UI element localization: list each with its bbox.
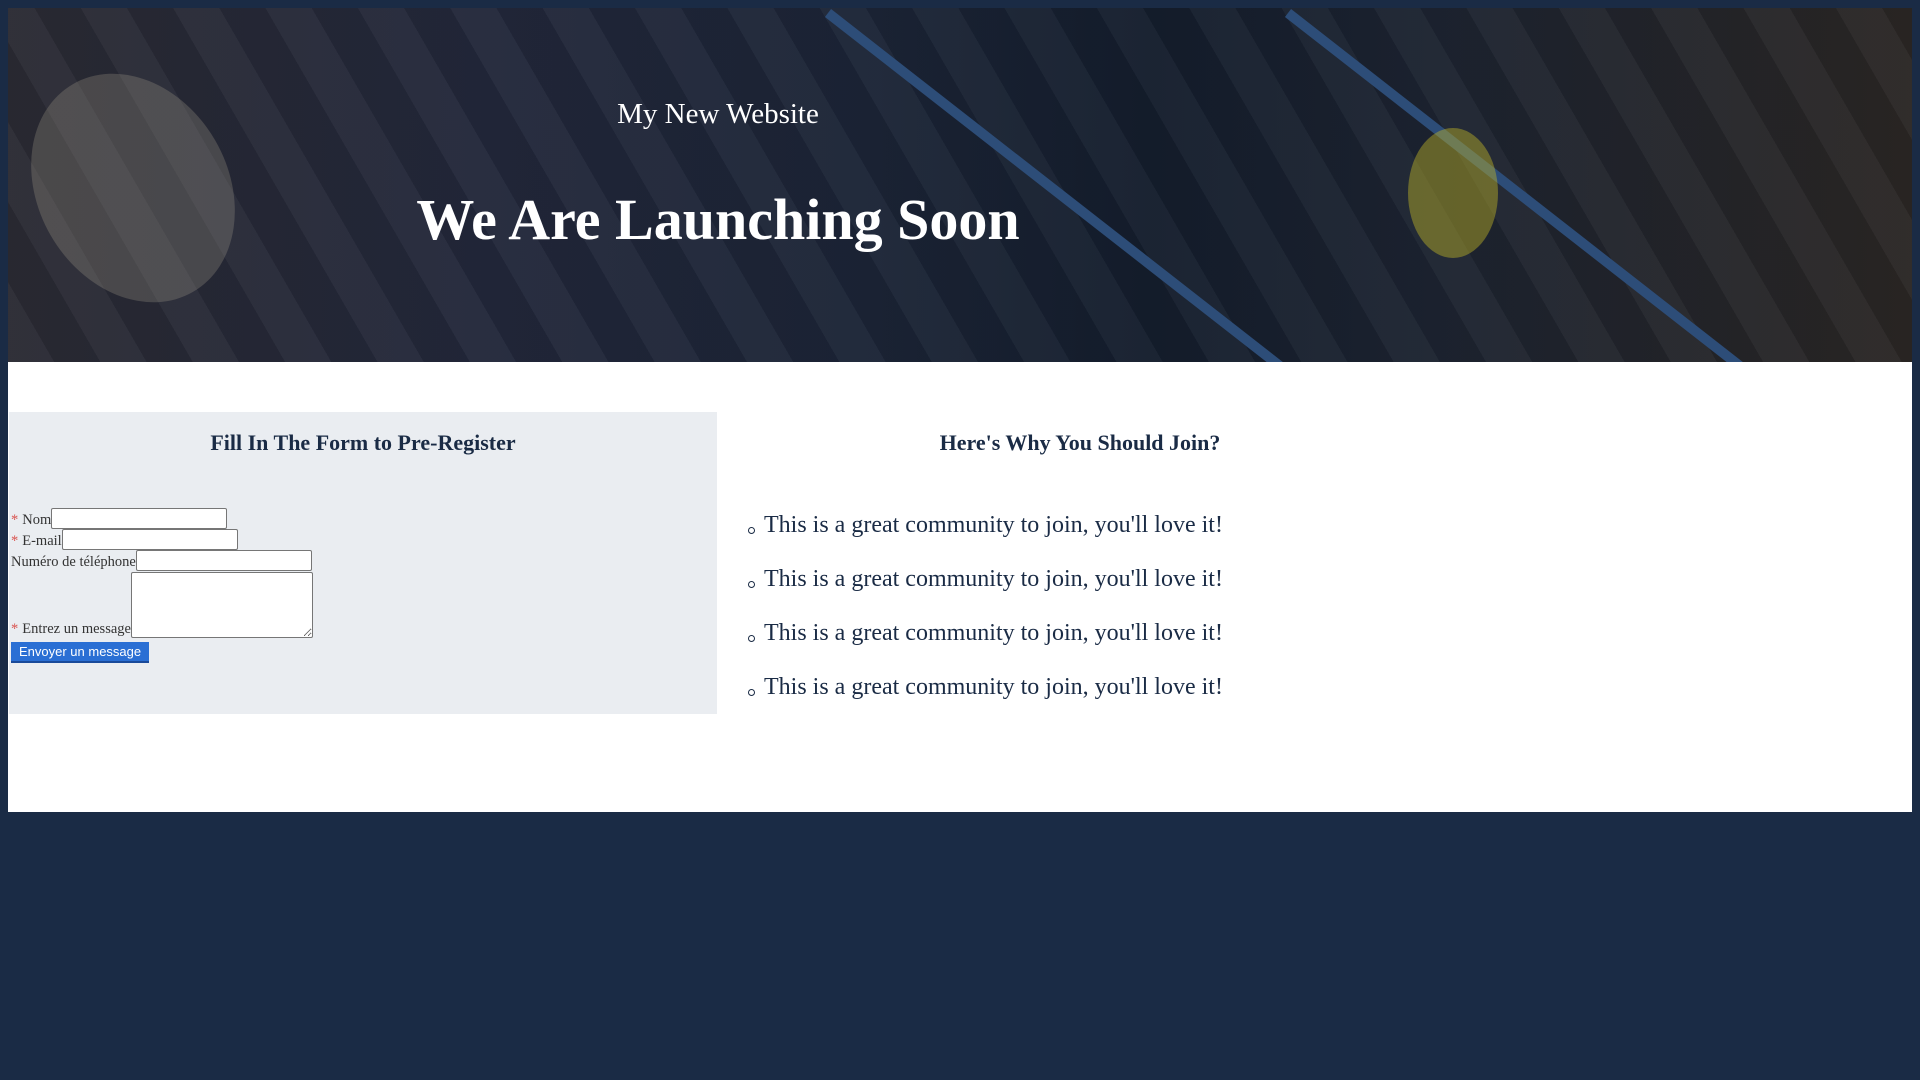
send-message-button[interactable]: Envoyer un message <box>11 642 150 663</box>
phone-row: Numéro de téléphone <box>11 550 313 571</box>
message-row: * Entrez un message <box>11 572 313 638</box>
message-label: Entrez un message <box>22 621 131 637</box>
required-mark: * <box>11 621 19 637</box>
list-item: This is a great community to join, you'l… <box>748 660 1223 714</box>
message-textarea[interactable] <box>130 572 313 638</box>
phone-label: Numéro de téléphone <box>11 554 136 570</box>
bullet-icon <box>748 526 755 534</box>
email-label: E-mail <box>22 533 62 549</box>
list-item-text: This is a great community to join, you'l… <box>764 511 1223 538</box>
registration-form: * Nom * E-mail Numéro de téléphone * Ent… <box>11 508 313 663</box>
page-content: My New Website We Are Launching Soon Fil… <box>8 8 1912 812</box>
phone-input[interactable] <box>135 550 312 571</box>
list-item-text: This is a great community to join, you'l… <box>764 673 1223 700</box>
registration-panel: Fill In The Form to Pre-Register * Nom *… <box>9 412 717 714</box>
bullet-icon <box>748 580 755 588</box>
list-item: This is a great community to join, you'l… <box>748 606 1223 660</box>
required-mark: * <box>11 512 19 528</box>
email-row: * E-mail <box>11 529 313 550</box>
bullet-icon <box>748 688 755 696</box>
required-mark: * <box>11 533 19 549</box>
site-name: My New Website <box>617 98 819 130</box>
list-item-text: This is a great community to join, you'l… <box>764 565 1223 592</box>
hero-headline: We Are Launching Soon <box>416 187 1020 252</box>
name-input[interactable] <box>51 508 228 529</box>
hero-banner: My New Website We Are Launching Soon <box>8 8 1912 362</box>
name-row: * Nom <box>11 508 313 529</box>
bullet-icon <box>748 634 755 642</box>
list-item: This is a great community to join, you'l… <box>748 498 1223 552</box>
email-input[interactable] <box>61 529 238 550</box>
why-join-title: Here's Why You Should Join? <box>939 430 1221 455</box>
form-title: Fill In The Form to Pre-Register <box>210 430 516 455</box>
list-item-text: This is a great community to join, you'l… <box>764 619 1223 646</box>
benefits-list: This is a great community to join, you'l… <box>748 498 1223 714</box>
list-item: This is a great community to join, you'l… <box>748 552 1223 606</box>
name-label: Nom <box>22 512 52 528</box>
